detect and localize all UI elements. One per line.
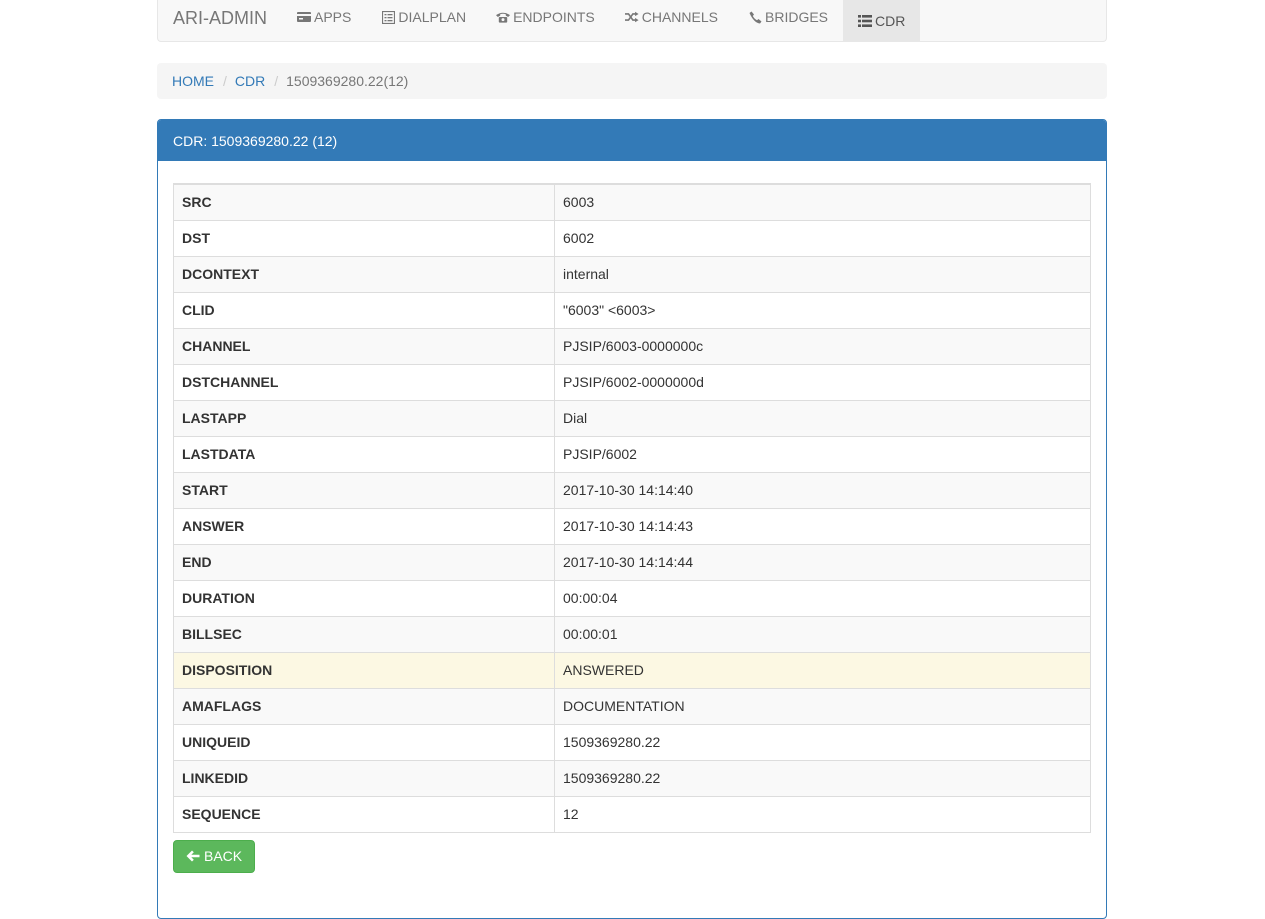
nav-label-dialplan: DIALPLAN [398, 9, 467, 25]
table-row: END 2017-10-30 14:14:44 [173, 543, 1091, 581]
table-row: DST 6002 [173, 219, 1091, 257]
row-value: 1509369280.22 [554, 759, 1091, 797]
table-row: LASTDATA PJSIP/6002 [173, 435, 1091, 473]
page-container: ARI-ADMIN APPS DIALPLAN ENDPOINTS CHANNE… [157, 0, 1107, 919]
table-row: AMAFLAGS DOCUMENTATION [173, 687, 1091, 725]
row-value: 2017-10-30 14:14:44 [554, 543, 1091, 581]
table-row: LASTAPP Dial [173, 399, 1091, 437]
nav-item-dialplan[interactable]: DIALPLAN [366, 0, 481, 34]
row-key: LASTDATA [173, 435, 555, 473]
row-key: BILLSEC [173, 615, 555, 653]
brand-link[interactable]: ARI-ADMIN [158, 0, 282, 36]
row-value: PJSIP/6002 [554, 435, 1091, 473]
nav-label-channels: CHANNELS [641, 9, 718, 25]
row-value: Dial [554, 399, 1091, 437]
breadcrumb-separator: / [274, 73, 279, 89]
back-button[interactable]: BACK [173, 839, 256, 873]
back-button-label: BACK [204, 848, 243, 864]
row-key: LINKEDID [173, 759, 555, 797]
row-value: 2017-10-30 14:14:40 [554, 471, 1091, 509]
table-row: UNIQUEID 1509369280.22 [173, 723, 1091, 761]
breadcrumb-home-link[interactable]: HOME [172, 73, 214, 89]
row-key: ANSWER [173, 507, 555, 545]
random-icon [624, 10, 639, 24]
row-value: 2017-10-30 14:14:43 [554, 507, 1091, 545]
nav-item-apps[interactable]: APPS [282, 0, 366, 34]
arrow-left-icon [186, 850, 200, 862]
credit-card-icon [297, 10, 311, 24]
row-value: 00:00:01 [554, 615, 1091, 653]
cdr-panel: CDR: 1509369280.22 (12) SRC 6003 DST 6002 … [157, 119, 1107, 919]
row-key: SRC [173, 183, 555, 221]
row-key: DST [173, 219, 555, 257]
panel-heading: CDR: 1509369280.22 (12) [158, 120, 1106, 161]
table-row: CLID "6003" <6003> [173, 291, 1091, 329]
table-row: ANSWER 2017-10-30 14:14:43 [173, 507, 1091, 545]
row-key: DCONTEXT [173, 255, 555, 293]
row-key: CHANNEL [173, 327, 555, 365]
nav-item-endpoints[interactable]: ENDPOINTS [481, 0, 610, 34]
breadcrumb-current: 1509369280.22(12) [286, 73, 409, 89]
list-alt-icon [381, 10, 395, 24]
row-key: START [173, 471, 555, 509]
table-row: BILLSEC 00:00:01 [173, 615, 1091, 653]
row-value: ANSWERED [554, 651, 1091, 689]
row-key: DURATION [173, 579, 555, 617]
table-row: SRC 6003 [173, 183, 1091, 221]
top-navbar: ARI-ADMIN APPS DIALPLAN ENDPOINTS CHANNE… [157, 0, 1107, 42]
row-value: PJSIP/6003-0000000c [554, 327, 1091, 365]
table-row: SEQUENCE 12 [173, 795, 1091, 833]
breadcrumb-separator: / [223, 73, 227, 89]
row-value: 1509369280.22 [554, 723, 1091, 761]
table-row: DURATION 00:00:04 [173, 579, 1091, 617]
cdr-detail-table: SRC 6003 DST 6002 DCONTEXT internal CLID "60… [173, 183, 1091, 833]
earphone-icon [748, 10, 762, 24]
row-key: END [173, 543, 555, 581]
list-icon [858, 14, 873, 28]
panel-title: CDR: 1509369280.22 (12) [173, 132, 338, 149]
row-value: 6002 [554, 219, 1091, 257]
table-row: DCONTEXT internal [173, 255, 1091, 293]
breadcrumb-cdr-link[interactable]: CDR [235, 73, 265, 89]
breadcrumb: HOME / CDR / 1509369280.22(12) [157, 63, 1107, 99]
nav-label-apps: APPS [314, 9, 352, 25]
row-value: PJSIP/6002-0000000d [554, 363, 1091, 401]
row-key: CLID [173, 291, 555, 329]
row-key: AMAFLAGS [173, 687, 555, 725]
row-value: internal [554, 255, 1091, 293]
row-key: UNIQUEID [173, 723, 555, 761]
table-row: START 2017-10-30 14:14:40 [173, 471, 1091, 509]
row-value: 00:00:04 [554, 579, 1091, 617]
table-row: LINKEDID 1509369280.22 [173, 759, 1091, 797]
panel-body: SRC 6003 DST 6002 DCONTEXT internal CLID "60… [158, 161, 1106, 873]
table-row: CHANNEL PJSIP/6003-0000000c [173, 327, 1091, 365]
nav-label-cdr: CDR [875, 12, 906, 29]
row-value: DOCUMENTATION [554, 687, 1091, 725]
row-key: SEQUENCE [173, 795, 555, 833]
phone-alt-icon [496, 10, 511, 24]
table-row-highlighted: DISPOSITION ANSWERED [173, 651, 1091, 689]
table-row: DSTCHANNEL PJSIP/6002-0000000d [173, 363, 1091, 401]
row-value: 6003 [554, 183, 1091, 221]
row-key: LASTAPP [173, 399, 555, 437]
row-key: DSTCHANNEL [173, 363, 555, 401]
row-value: "6003" <6003> [554, 291, 1091, 329]
nav-label-bridges: BRIDGES [765, 9, 829, 25]
nav-label-endpoints: ENDPOINTS [513, 9, 595, 25]
nav-item-cdr[interactable]: CDR [843, 0, 921, 41]
nav-item-bridges[interactable]: BRIDGES [733, 0, 843, 34]
row-key: DISPOSITION [173, 651, 555, 689]
row-value: 12 [554, 795, 1091, 833]
nav-item-channels[interactable]: CHANNELS [610, 0, 733, 34]
